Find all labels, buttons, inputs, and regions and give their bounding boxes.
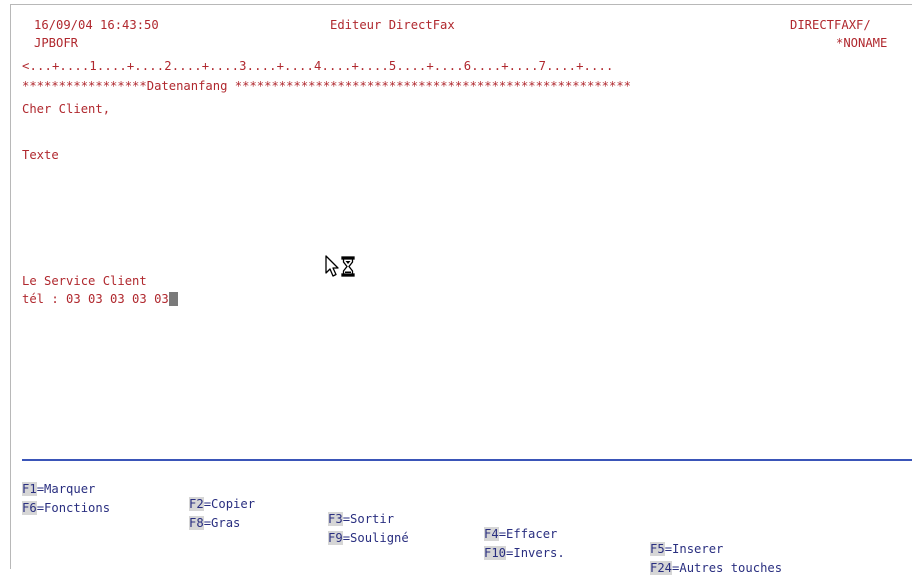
f3-key[interactable]: F3=Sortir (328, 512, 394, 527)
header-program: DIRECTFAXF/ (790, 18, 871, 32)
arrow-busy-hourglass-icon (325, 255, 355, 277)
f9-key[interactable]: F9=Souligné (328, 531, 409, 546)
phone-text: tél : 03 03 03 03 03 (22, 292, 169, 306)
editor-line-signature[interactable]: Le Service Client (22, 274, 147, 288)
f10-key-code: F10 (484, 546, 507, 560)
f6-key[interactable]: F6=Fonctions (22, 501, 110, 516)
editor-line-body[interactable]: Texte (22, 148, 59, 162)
f6-key-label: Fonctions (44, 501, 111, 515)
f5-key-code: F5 (650, 542, 665, 556)
header-title: Editeur DirectFax (330, 18, 455, 32)
f5-key[interactable]: F5=Inserer (650, 542, 723, 557)
f24-key-label: Autres touches (679, 561, 783, 575)
f2-key-code: F2 (189, 497, 204, 511)
column-ruler: <...+....1....+....2....+....3....+....4… (22, 59, 614, 73)
f8-key-label: Gras (211, 516, 241, 530)
f24-key-code: F24 (650, 561, 673, 575)
f4-key[interactable]: F4=Effacer (484, 527, 557, 542)
f5-key-label: Inserer (672, 542, 724, 556)
editor-line-phone[interactable]: tél : 03 03 03 03 03 (22, 292, 178, 306)
data-start-marker: *****************Datenanfang ***********… (22, 79, 632, 93)
f3-key-code: F3 (328, 512, 343, 526)
f10-key[interactable]: F10=Invers. (484, 546, 565, 561)
header-datetime: 16/09/04 16:43:50 (34, 18, 159, 32)
function-key-separator (22, 459, 912, 461)
editor-line-greeting[interactable]: Cher Client, (22, 102, 110, 116)
f2-key[interactable]: F2=Copier (189, 497, 255, 512)
f10-key-label: Invers. (513, 546, 565, 560)
header-document: *NONAME (836, 36, 888, 50)
function-key-row-2: F6=Fonctions F8=Gras F9=Souligné F10=Inv… (22, 486, 782, 576)
f9-key-code: F9 (328, 531, 343, 545)
f8-key-code: F8 (189, 516, 204, 530)
f4-key-label: Effacer (506, 527, 558, 541)
f1-key-label: Marquer (44, 482, 96, 496)
f8-key[interactable]: F8=Gras (189, 516, 240, 531)
f4-key-code: F4 (484, 527, 499, 541)
f6-key-code: F6 (22, 501, 37, 515)
header-user: JPBOFR (34, 36, 79, 50)
text-cursor (168, 292, 178, 306)
f9-key-label: Souligné (350, 531, 409, 545)
f3-key-label: Sortir (350, 512, 395, 526)
f2-key-label: Copier (211, 497, 256, 511)
